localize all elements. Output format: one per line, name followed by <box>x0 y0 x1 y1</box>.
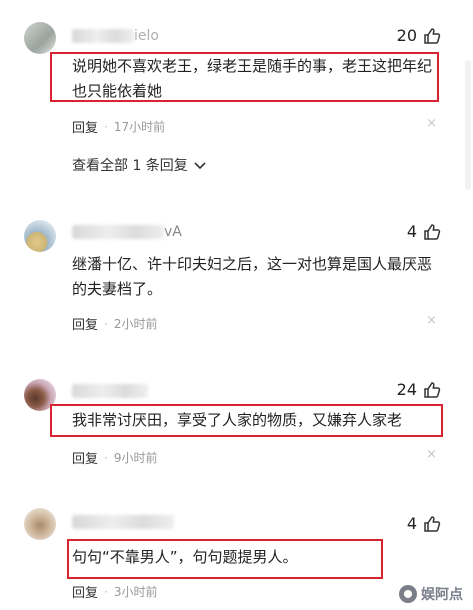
reply-button[interactable]: 回复 <box>72 314 98 333</box>
thumbs-up-icon <box>424 381 441 398</box>
thumbs-up-icon <box>424 515 441 532</box>
like-count: 20 <box>396 26 417 45</box>
separator-dot: · <box>104 119 108 134</box>
like-button[interactable]: 4 <box>407 514 441 533</box>
thumbs-up-icon <box>424 223 441 240</box>
chevron-down-icon <box>194 162 206 170</box>
like-count: 4 <box>406 514 417 533</box>
view-all-replies-label: 查看全部 1 条回复 <box>72 158 188 174</box>
timestamp: 17小时前 <box>113 120 166 134</box>
view-all-replies-link[interactable]: 查看全部 1 条回复 <box>72 155 206 175</box>
close-icon[interactable]: × <box>426 313 437 328</box>
separator-dot: · <box>104 316 108 331</box>
comment-meta: 回复 · 3小时前 <box>72 582 158 602</box>
comment-meta: 回复 · 9小时前 <box>72 448 158 468</box>
close-icon[interactable]: × <box>426 447 437 462</box>
reply-button[interactable]: 回复 <box>72 448 98 467</box>
separator-dot: · <box>104 584 108 599</box>
username-label: ielo <box>134 28 159 44</box>
timestamp: 9小时前 <box>113 451 158 465</box>
username[interactable]: ielo <box>72 28 159 44</box>
like-button[interactable]: 20 <box>397 26 441 45</box>
username[interactable]: vA <box>72 224 182 240</box>
comment-text: 我非常讨厌田，享受了人家的物质，又嫌弃人家老 <box>72 411 403 429</box>
timestamp: 3小时前 <box>113 585 158 599</box>
avatar[interactable] <box>24 508 56 540</box>
like-count: 4 <box>406 222 417 241</box>
thumbs-up-icon <box>424 27 441 44</box>
avatar[interactable] <box>24 220 56 252</box>
scrollbar[interactable] <box>465 60 471 190</box>
comment-text: 继潘十亿、许十印夫妇之后，这一对也算是国人最厌恶的夫妻档了。 <box>72 255 433 298</box>
close-icon[interactable]: × <box>426 116 437 131</box>
username[interactable] <box>72 514 174 530</box>
like-button[interactable]: 24 <box>397 380 441 399</box>
watermark-logo-icon <box>399 585 417 603</box>
comment-meta: 回复 · 2小时前 <box>72 314 158 334</box>
timestamp: 2小时前 <box>113 317 158 331</box>
username[interactable] <box>72 383 148 399</box>
username-label: vA <box>164 224 182 240</box>
comment-meta: 回复 · 17小时前 <box>72 117 166 137</box>
reply-button[interactable]: 回复 <box>72 582 98 601</box>
avatar[interactable] <box>24 22 56 54</box>
watermark: 娱阿点 <box>399 584 463 604</box>
like-count: 24 <box>396 380 417 399</box>
comment-text: 句句“不靠男人”，句句题提男人。 <box>72 548 298 566</box>
watermark-text: 娱阿点 <box>421 587 463 603</box>
comment-text: 说明她不喜欢老王，绿老王是随手的事，老王这把年纪也只能依着她 <box>72 57 433 100</box>
separator-dot: · <box>104 450 108 465</box>
like-button[interactable]: 4 <box>407 222 441 241</box>
reply-button[interactable]: 回复 <box>72 117 98 136</box>
